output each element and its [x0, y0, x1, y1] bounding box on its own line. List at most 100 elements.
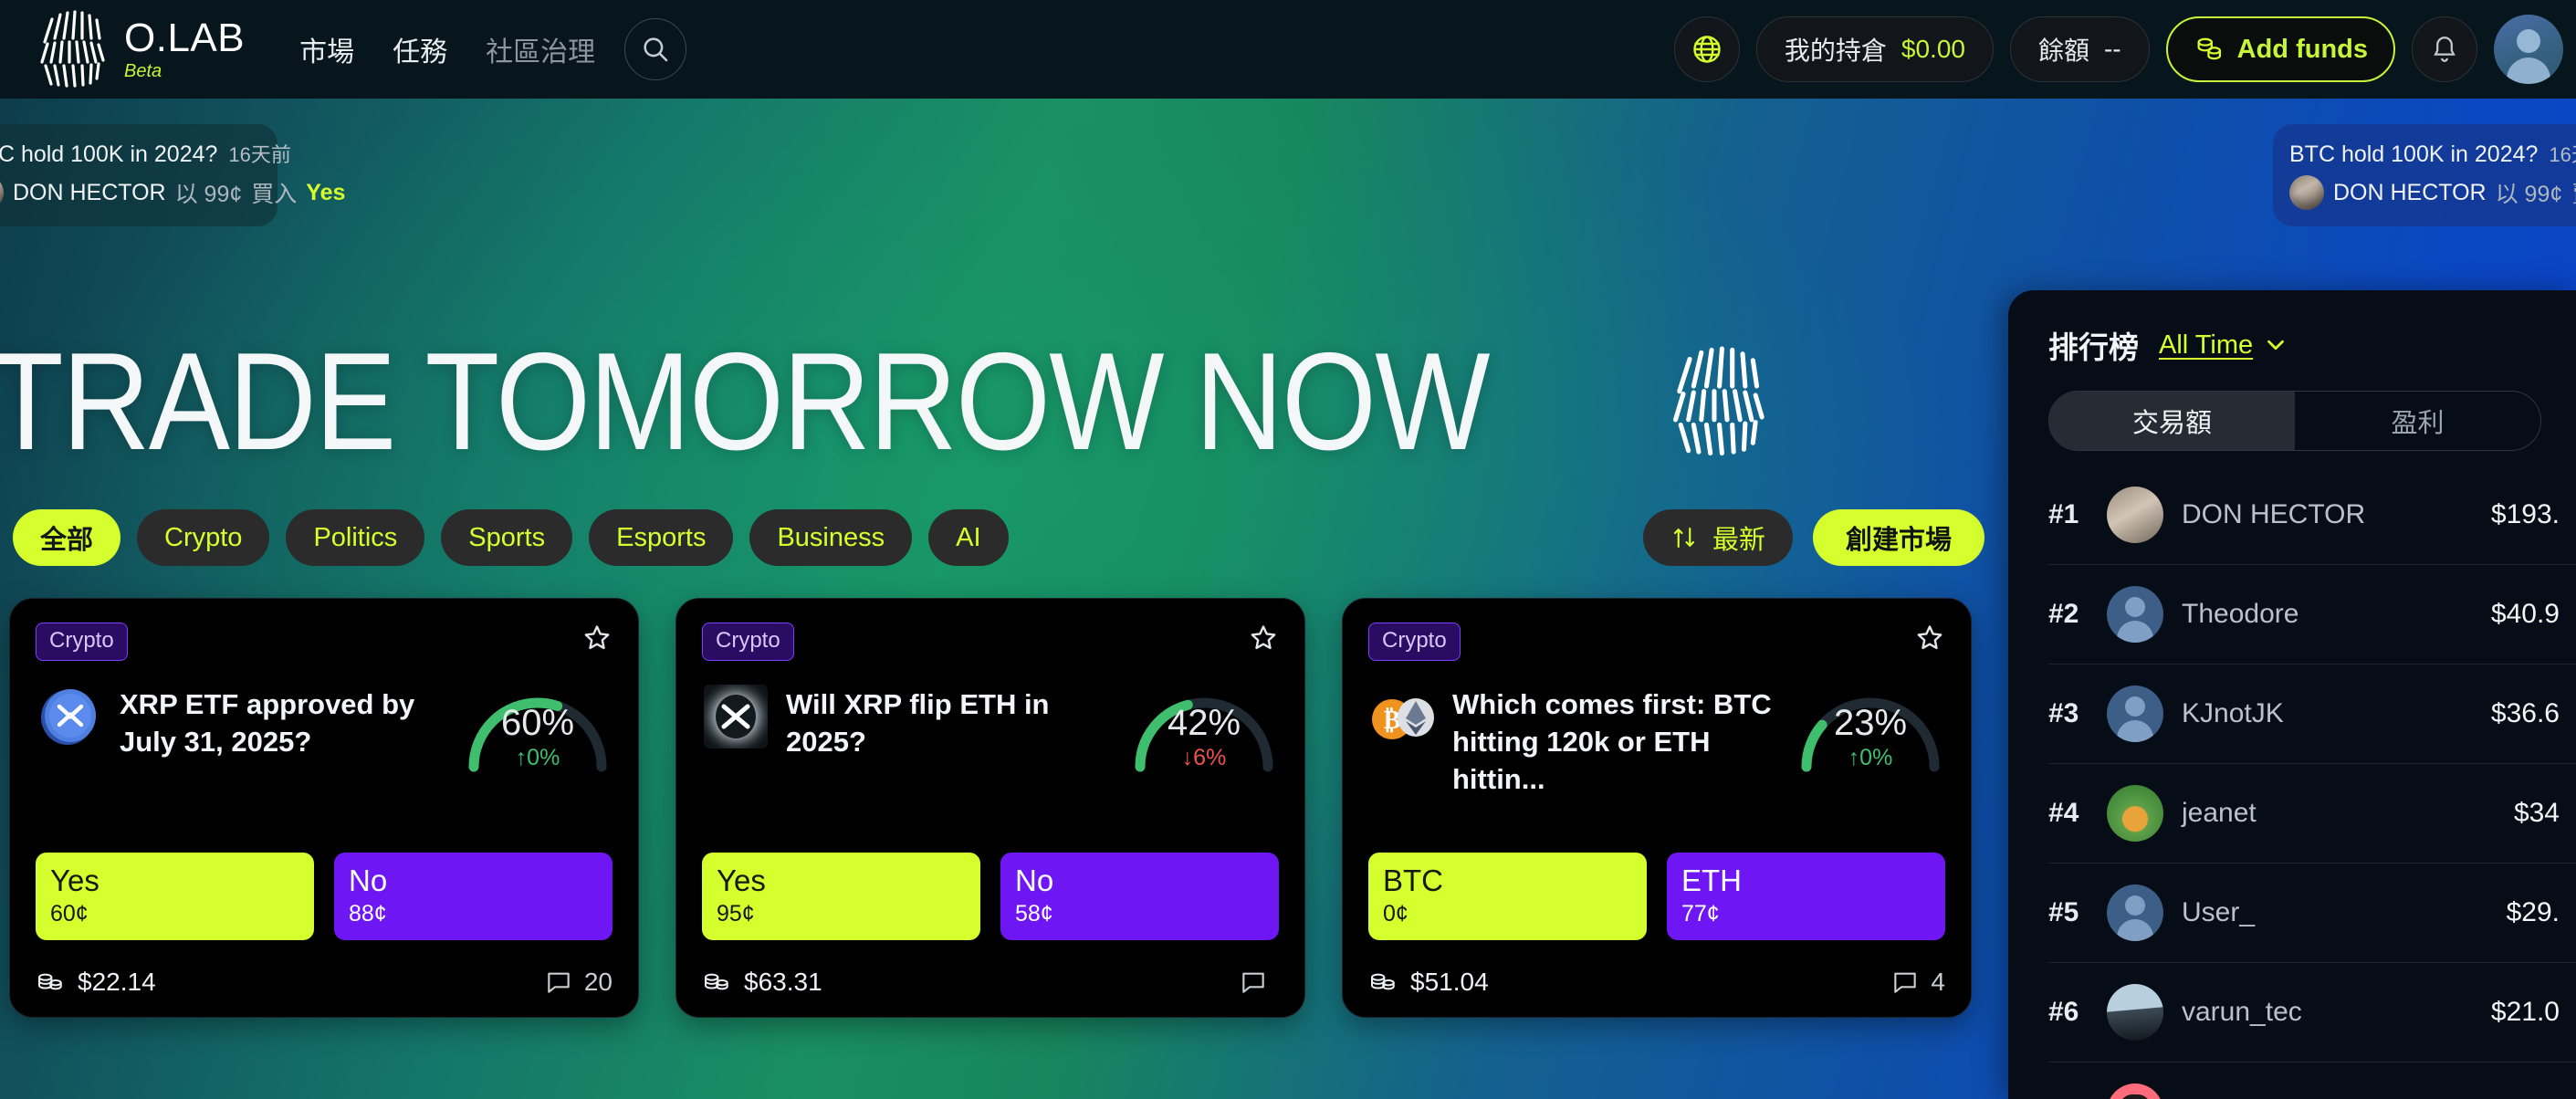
market-card-grid: Crypto XRP ETF approved by July 31, 2025… — [9, 598, 1972, 1018]
market-card[interactable]: Crypto XRP ETF approved by July 31, 2025… — [9, 598, 639, 1018]
favorite-star-icon[interactable] — [581, 623, 613, 654]
user-amount: $34 — [2513, 798, 2560, 828]
favorite-star-icon[interactable] — [1914, 623, 1945, 654]
brand-name: O.LAB — [124, 16, 246, 60]
comment-icon — [548, 972, 570, 993]
user-name: jeanet — [2182, 798, 2257, 828]
filter-chip-crypto[interactable]: Crypto — [137, 509, 270, 566]
leaderboard-row[interactable]: #6 varun_tec $21.0 — [2048, 963, 2576, 1062]
user-avatar[interactable] — [2494, 15, 2563, 84]
comment-icon — [1242, 972, 1264, 993]
user-avatar — [2107, 586, 2163, 643]
card-header: Crypto — [702, 623, 1279, 661]
portfolio-label: 我的持倉 — [1784, 37, 1887, 65]
outcome-eth-button[interactable]: ETH 77¢ — [1667, 853, 1945, 940]
user-avatar — [2107, 1083, 2163, 1099]
ticker-time: 16天前 — [2549, 143, 2576, 166]
volume-value: $22.14 — [78, 968, 156, 996]
outcome-price: 88¢ — [349, 900, 387, 926]
outcome-name: BTC — [1383, 864, 1443, 898]
add-funds-label: Add funds — [2236, 34, 2368, 64]
balance-label: 餘額 — [2037, 37, 2089, 65]
create-market-button[interactable]: 創建市場 — [1812, 509, 1984, 566]
filter-chip-business[interactable]: Business — [749, 509, 913, 566]
gauge-percent: 60% — [500, 703, 575, 743]
sort-label: 最新 — [1712, 526, 1765, 555]
probability-gauge: 23% ↑0% — [1796, 679, 1945, 774]
filter-chip-ai[interactable]: AI — [928, 509, 1009, 566]
ticker-banner-right[interactable]: BTC hold 100K in 2024? 16天前 DON HECTOR 以… — [2273, 124, 2576, 226]
rank-label: #2 — [2048, 599, 2079, 629]
ticker-avatar — [0, 175, 4, 210]
outcome-price: 0¢ — [1383, 900, 1408, 926]
filter-chip-esports[interactable]: Esports — [589, 509, 734, 566]
user-avatar — [2107, 686, 2163, 742]
user-amount: $21.0 — [2490, 997, 2560, 1027]
nav-item-markets[interactable]: 市場 — [299, 29, 354, 69]
chevron-down-icon[interactable] — [2262, 331, 2289, 359]
comments-group[interactable] — [1239, 968, 1279, 997]
filter-chip-sports[interactable]: Sports — [441, 509, 573, 566]
market-card[interactable]: Crypto ₿ Which comes first: BTC hitting … — [1342, 598, 1972, 1018]
rank-label: #3 — [2048, 698, 2079, 728]
outcome-yes-button[interactable]: Yes 60¢ — [36, 853, 314, 940]
bell-icon — [2434, 37, 2456, 62]
ticker-time: 16天前 — [228, 143, 291, 166]
outcome-buttons: Yes 60¢ No 88¢ — [36, 853, 613, 940]
gauge-percent: 42% — [1167, 703, 1241, 743]
leaderboard-row[interactable]: #2 Theodore $40.9 — [2048, 565, 2576, 665]
leaderboard-row[interactable]: #7 Forrest $17 — [2048, 1062, 2576, 1099]
leaderboard-row[interactable]: #4 jeanet $34 — [2048, 764, 2576, 864]
gauge-delta: ↓6% — [1181, 745, 1227, 770]
outcome-btc-button[interactable]: BTC 0¢ — [1368, 853, 1647, 940]
leaderboard-rows: #1 DON HECTOR $193. #2 Theodore $40.9 #3… — [2048, 466, 2576, 1099]
probability-gauge: 42% ↓6% — [1129, 679, 1279, 774]
outcome-no-button[interactable]: No 88¢ — [334, 853, 613, 940]
main-nav: 市場 任務 社區治理 — [299, 29, 595, 69]
leaderboard-row[interactable]: #5 User_ $29. — [2048, 864, 2576, 963]
notifications-button[interactable] — [2412, 16, 2477, 82]
ticker-username: DON HECTOR — [13, 179, 166, 205]
nav-item-tasks[interactable]: 任務 — [393, 29, 447, 69]
leaderboard-range-select[interactable]: All Time — [2159, 330, 2253, 361]
favorite-star-icon[interactable] — [1248, 623, 1279, 654]
xrp-square-icon — [704, 685, 768, 748]
leaderboard-tabs: 交易額 盈利 — [2048, 391, 2541, 451]
user-amount: $29. — [2506, 897, 2560, 927]
comments-count: 4 — [1931, 968, 1945, 996]
add-funds-button[interactable]: Add funds — [2165, 16, 2395, 82]
market-card[interactable]: Crypto Will XRP flip ETH in 2025? 42% ↓6… — [675, 598, 1305, 1018]
category-tag: Crypto — [1368, 623, 1461, 661]
app-root: O.LAB Beta 市場 任務 社區治理 我的持倉 $0.00 餘額 -- A… — [0, 0, 2576, 1099]
leaderboard-row[interactable]: #1 DON HECTOR $193. — [2048, 466, 2576, 565]
search-button[interactable] — [624, 18, 687, 80]
user-amount: $40.9 — [2490, 599, 2560, 629]
portfolio-pill[interactable]: 我的持倉 $0.00 — [1755, 16, 1994, 82]
outcome-price: 95¢ — [717, 900, 755, 926]
category-tag: Crypto — [36, 623, 128, 661]
outcome-price: 60¢ — [50, 900, 89, 926]
comments-group[interactable]: 20 — [544, 968, 613, 997]
filter-chip-politics[interactable]: Politics — [286, 509, 425, 566]
tab-profit[interactable]: 盈利 — [2295, 392, 2540, 450]
user-avatar — [2107, 785, 2163, 842]
nav-item-governance[interactable]: 社區治理 — [486, 29, 595, 69]
outcome-no-button[interactable]: No 58¢ — [1000, 853, 1279, 940]
rank-label: #5 — [2048, 897, 2079, 927]
tab-volume[interactable]: 交易額 — [2049, 392, 2295, 450]
ticker-banner-left[interactable]: BTC hold 100K in 2024? 16天前 DON HECTOR 以… — [0, 124, 345, 226]
outcome-yes-button[interactable]: Yes 95¢ — [702, 853, 980, 940]
portfolio-value: $0.00 — [1901, 35, 1965, 63]
comments-group[interactable]: 4 — [1890, 968, 1945, 997]
balance-pill[interactable]: 餘額 -- — [2009, 16, 2150, 82]
gauge-delta: ↑0% — [515, 745, 560, 770]
leaderboard-header: 排行榜 All Time — [2048, 323, 2576, 367]
sort-button[interactable]: 最新 — [1642, 509, 1793, 566]
outcome-price: 77¢ — [1681, 900, 1720, 926]
language-button[interactable] — [1673, 16, 1740, 82]
brand-logo[interactable]: O.LAB Beta — [33, 7, 245, 91]
filter-chip-all[interactable]: 全部 — [13, 509, 121, 566]
filter-actions: 最新 創建市場 — [1642, 509, 1984, 566]
market-question: Which comes first: BTC hitting 120k or E… — [1452, 688, 1772, 795]
leaderboard-row[interactable]: #3 KJnotJK $36.6 — [2048, 665, 2576, 764]
